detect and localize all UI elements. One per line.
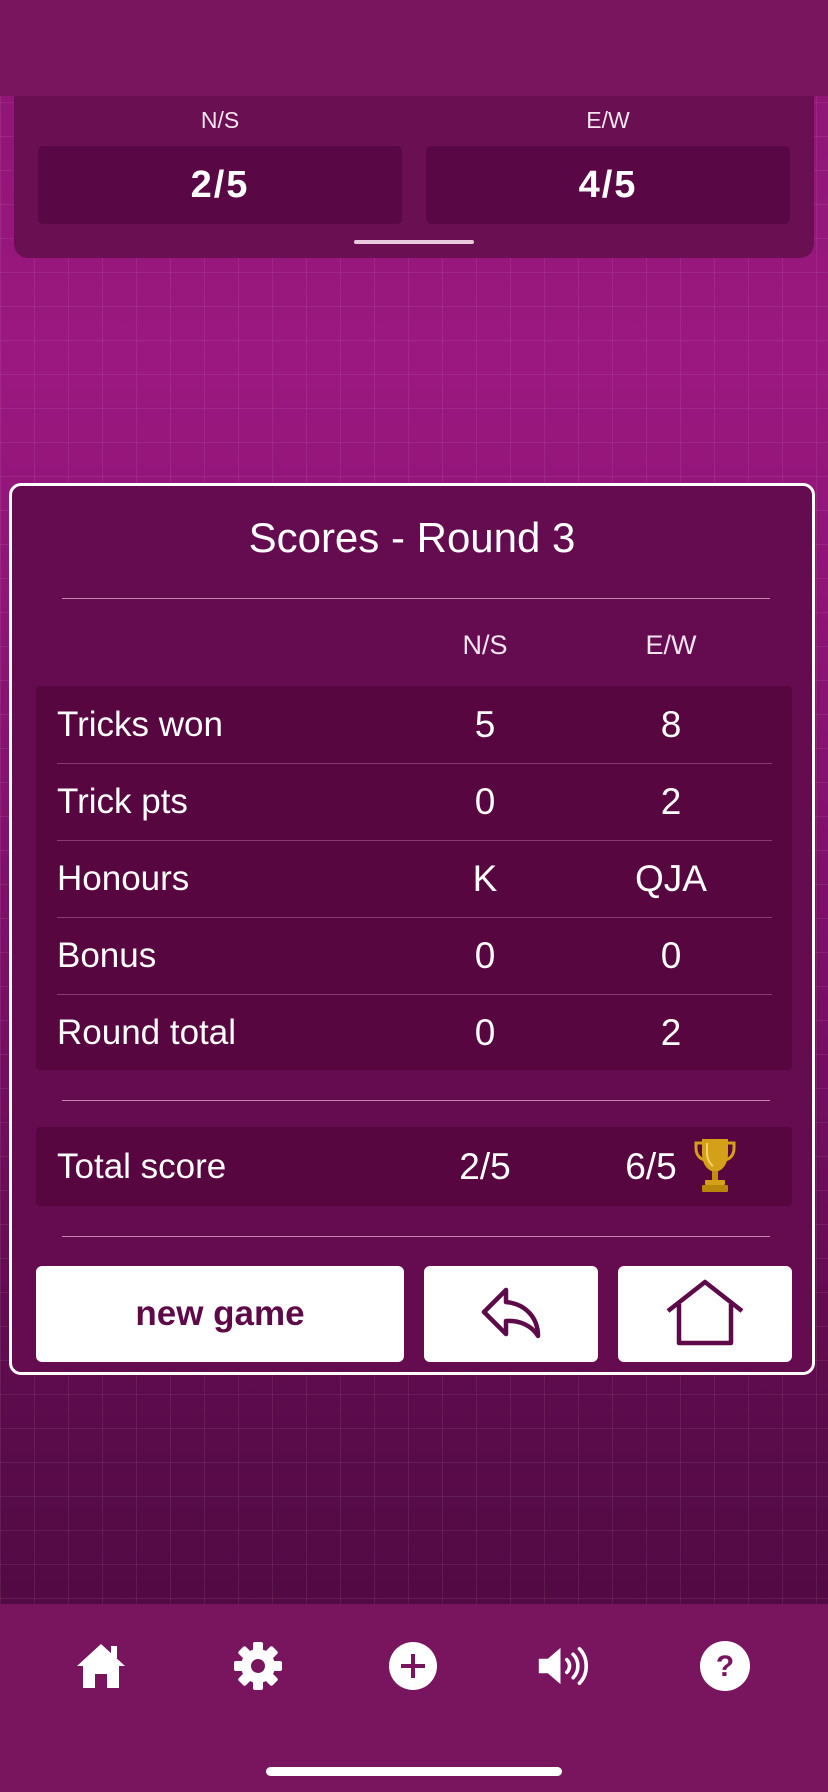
row-label: Bonus (57, 936, 157, 975)
new-game-button[interactable]: new game (36, 1266, 404, 1362)
divider (62, 1100, 770, 1101)
team-ns-score: 2/5 (38, 146, 402, 224)
home-icon[interactable] (73, 1638, 129, 1694)
team-ns-label: N/S (200, 107, 240, 133)
column-header-ew: E/W (645, 630, 697, 660)
column-header-ns: N/S (462, 630, 508, 660)
row-label: Honours (57, 859, 190, 898)
undo-button[interactable] (424, 1266, 598, 1362)
row-value-ns: 5 (474, 704, 496, 745)
svg-text:?: ? (716, 1650, 734, 1683)
team-ew-label: E/W (586, 107, 630, 133)
team-ew-summary: E/W 4/5 (426, 96, 790, 224)
row-value-ew: 2 (660, 781, 682, 822)
total-label: Total score (57, 1147, 227, 1186)
table-row: Honours K QJA (36, 840, 792, 917)
row-value-ew: 0 (660, 935, 682, 976)
table-row: Tricks won 5 8 (36, 686, 792, 763)
speaker-icon[interactable] (537, 1638, 593, 1694)
row-value-ns: K (472, 858, 498, 899)
scores-dialog: Scores - Round 3 N/S E/W Tricks won 5 8 … (9, 483, 815, 1375)
trophy-icon (693, 1135, 737, 1202)
table-row: Bonus 0 0 (36, 917, 792, 994)
row-label: Tricks won (57, 705, 223, 744)
team-ew-score: 4/5 (426, 146, 790, 224)
row-value-ew: 8 (660, 704, 682, 745)
divider (62, 598, 770, 599)
status-bar-area (0, 0, 828, 96)
bottom-navigation: ? (0, 1604, 828, 1722)
row-value-ew: QJA (635, 858, 707, 899)
total-value-ns: 2/5 (459, 1146, 511, 1187)
help-icon[interactable]: ? (697, 1638, 753, 1694)
row-value-ns: 0 (474, 935, 496, 976)
row-value-ns: 0 (474, 781, 496, 822)
table-row: Trick pts 0 2 (36, 763, 792, 840)
table-row: Round total 0 2 (36, 994, 792, 1071)
team-ns-summary: N/S 2/5 (38, 96, 402, 224)
gear-icon[interactable] (230, 1638, 286, 1694)
home-outline-icon (665, 1278, 745, 1351)
divider (62, 1236, 770, 1237)
undo-arrow-icon (478, 1284, 544, 1345)
row-value-ns: 0 (474, 1012, 496, 1053)
score-summary-panel: N/S 2/5 E/W 4/5 (14, 96, 814, 258)
row-label: Trick pts (57, 782, 188, 821)
plus-circle-icon[interactable] (385, 1638, 441, 1694)
dialog-title: Scores - Round 3 (248, 514, 576, 561)
round-score-table: Tricks won 5 8 Trick pts 0 2 Honours K Q… (36, 686, 792, 1070)
home-indicator-area (0, 1722, 828, 1792)
row-value-ew: 2 (660, 1012, 682, 1053)
home-indicator[interactable] (266, 1767, 562, 1776)
home-button[interactable] (618, 1266, 792, 1362)
row-label: Round total (57, 1013, 237, 1052)
drag-handle[interactable] (354, 240, 474, 244)
total-score-row: Total score 2/5 6/5 (36, 1127, 792, 1206)
